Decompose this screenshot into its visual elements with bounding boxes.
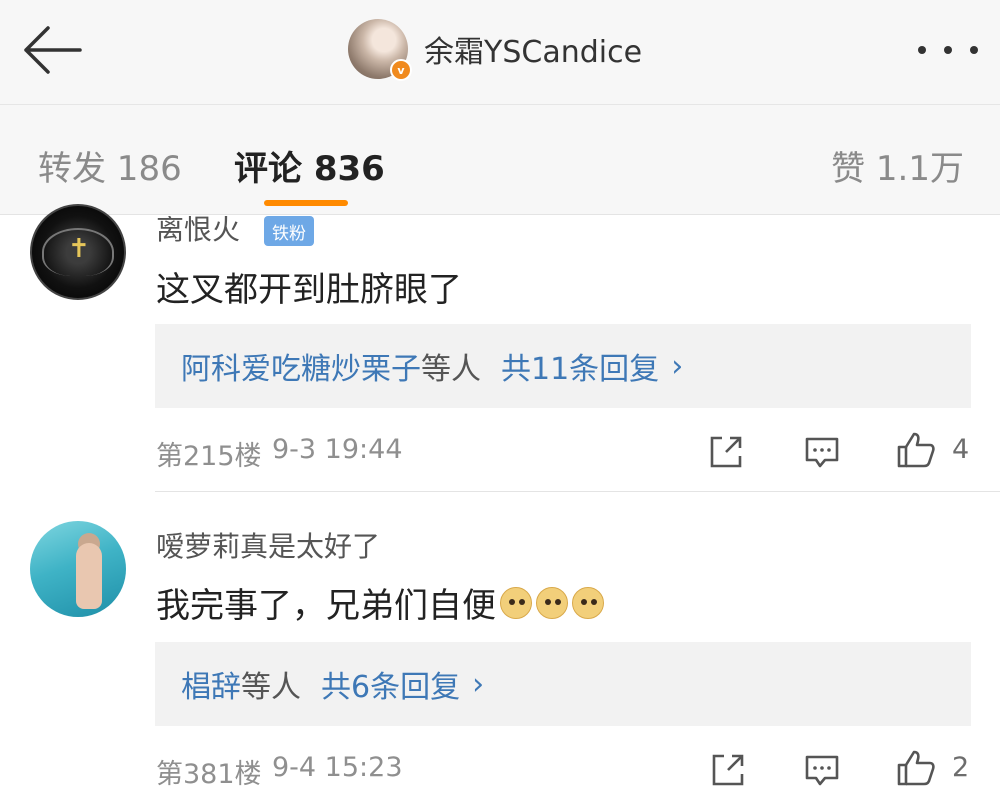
comment-floor: 第215楼 [156, 441, 262, 472]
doge-emoji-icon [500, 586, 532, 619]
chevron-right-icon: › [472, 666, 485, 702]
comment-icon [805, 437, 839, 468]
tab-repost[interactable]: 转发 186 [38, 141, 182, 190]
like-button[interactable] [896, 748, 936, 788]
share-icon [710, 436, 742, 468]
reply-count: 共11条回复 [501, 352, 660, 387]
more-dots-icon [918, 46, 926, 54]
tab-likes[interactable]: 赞 1.1万 [831, 141, 964, 190]
like-count: 4 [952, 434, 970, 465]
active-tab-indicator [264, 200, 348, 206]
like-button[interactable] [896, 430, 936, 470]
comment-username-wrap: 离恨火 [156, 216, 266, 244]
avatar[interactable]: v [348, 19, 412, 81]
avatar-figure [76, 543, 102, 609]
arrow-left-icon [24, 26, 82, 74]
more-button[interactable] [918, 30, 978, 70]
share-button[interactable] [706, 432, 746, 472]
comment-text-body: 我完事了，兄弟们自便 [156, 586, 496, 626]
verified-badge: v [390, 59, 412, 81]
reply-button[interactable] [802, 750, 842, 790]
divider [155, 491, 1000, 492]
more-dots-icon [944, 46, 952, 54]
comment-text: 我完事了，兄弟们自便 [156, 578, 604, 627]
replies-preview[interactable]: 阿科爱吃糖炒栗子 等人 共11条回复 › [155, 324, 971, 408]
back-button[interactable] [18, 20, 88, 80]
chevron-right-icon: › [671, 348, 684, 384]
doge-emoji-icon [536, 586, 568, 619]
avatar[interactable]: ✝ [30, 204, 126, 300]
reply-suffix: 等人 [421, 352, 481, 387]
page-title: 余霜YSCandice [424, 35, 643, 70]
reply-button[interactable] [802, 432, 842, 472]
tab-bar: 转发 186 评论 836 赞 1.1万 [0, 105, 1000, 215]
comment-icon [805, 755, 839, 786]
thumbs-up-icon [897, 750, 935, 786]
thumbs-up-icon [897, 432, 935, 468]
profile-title[interactable]: v 余霜YSCandice [348, 18, 643, 81]
more-dots-icon [970, 46, 978, 54]
cross-icon: ✝ [68, 234, 90, 264]
like-count: 2 [952, 752, 970, 783]
share-button[interactable] [708, 750, 748, 790]
reply-count: 共6条回复 [321, 670, 461, 705]
reply-suffix: 等人 [241, 670, 301, 705]
comment-time: 9-4 15:23 [272, 752, 403, 783]
share-icon [712, 754, 744, 786]
top-bar: v 余霜YSCandice [0, 0, 1000, 105]
comment-time: 9-3 19:44 [272, 434, 403, 465]
tab-comments[interactable]: 评论 836 [234, 141, 385, 190]
avatar[interactable] [30, 521, 126, 617]
comment-username[interactable]: 嗳萝莉真是太好了 [156, 525, 380, 565]
fan-badge: 铁粉 [264, 216, 314, 246]
comment-text: 这叉都开到肚脐眼了 [156, 270, 462, 310]
comment-username[interactable]: 离恨火 [156, 216, 240, 244]
doge-emoji-icon [572, 586, 604, 619]
reply-users: 阿科爱吃糖炒栗子 [181, 352, 421, 387]
comment-floor: 第381楼 [156, 759, 262, 790]
reply-users: 椙辞 [181, 670, 241, 705]
replies-preview[interactable]: 椙辞 等人 共6条回复 › [155, 642, 971, 726]
